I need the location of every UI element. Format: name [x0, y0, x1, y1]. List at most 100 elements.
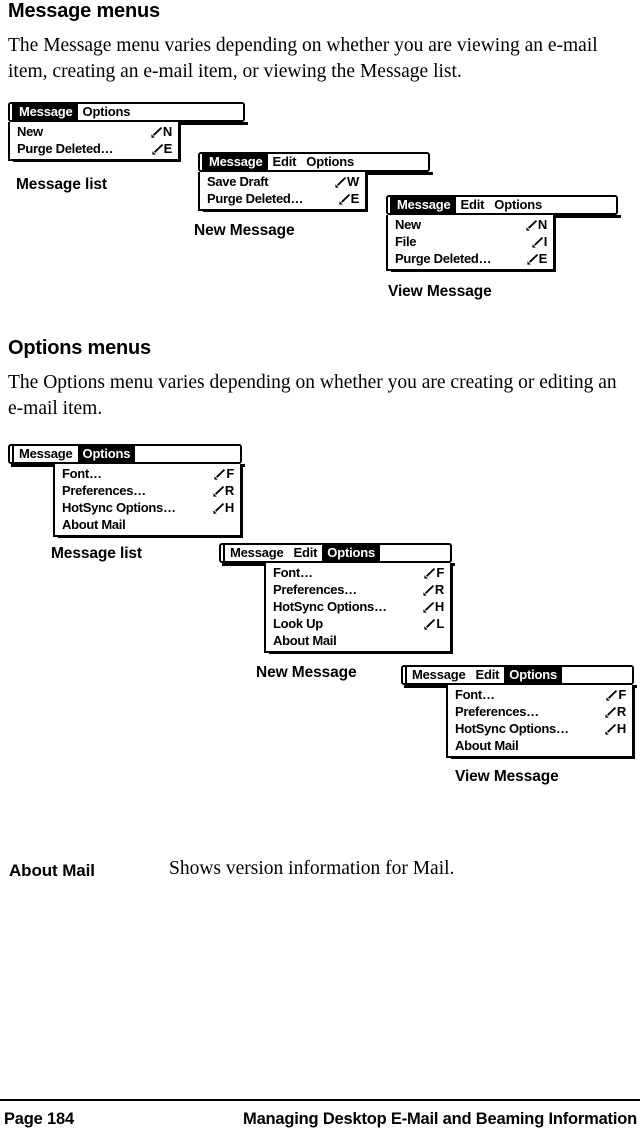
menu-item-shortcut-letter: N	[162, 123, 172, 139]
caption-view-message-message-menu: View Message	[388, 283, 492, 300]
menu-item-shortcut-letter: H	[616, 720, 626, 736]
menu-bar-item-message[interactable]: Message	[14, 446, 78, 462]
menu-bar-filler	[135, 104, 243, 120]
document-page: Message menus The Message menu varies de…	[0, 0, 640, 1130]
menu-item[interactable]: About Mail	[448, 737, 632, 754]
menu-item-label: About Mail	[62, 516, 126, 532]
menu-item-shortcut: R	[213, 483, 234, 499]
menu-message-view-message[interactable]: Message Edit Options New N File I Purge Deleted…	[386, 195, 621, 272]
menu-bar-item-options[interactable]: Options	[301, 154, 360, 170]
menu-item-label: File	[395, 233, 417, 249]
menu-dropdown-panel: Font… F Preferences… R HotSync Options… H Abou…	[446, 685, 635, 759]
menu-options-view-message[interactable]: Message Edit Options Font… F Preferences… R Hot…	[401, 665, 637, 759]
menu-bar-item-message[interactable]: Message	[407, 667, 471, 683]
menu-bar-item-options[interactable]: Options	[322, 545, 381, 561]
graffiti-command-stroke-icon	[213, 486, 224, 497]
section-heading-options-menus: Options menus	[8, 337, 151, 359]
menu-item-shortcut: H	[213, 500, 234, 516]
menu-item-shortcut-letter: N	[537, 216, 547, 232]
menu-item[interactable]: Font… F	[266, 564, 450, 581]
menu-item-shortcut-letter: F	[618, 686, 626, 702]
menu-bar: Message Edit Options	[386, 195, 618, 215]
menu-item[interactable]: Purge Deleted… E	[388, 250, 553, 267]
menu-dropdown-panel: Font… F Preferences… R HotSync Options… H Abou…	[53, 464, 243, 538]
menu-item-shortcut-letter: E	[538, 250, 548, 266]
menu-bar: Message Edit Options	[219, 543, 452, 563]
menu-item[interactable]: Font… F	[448, 686, 632, 703]
menu-bar-item-message[interactable]: Message	[14, 104, 78, 120]
caption-message-list-message-menu: Message list	[16, 176, 107, 193]
caption-view-message-options-menu: View Message	[455, 768, 559, 785]
menu-item[interactable]: HotSync Options… H	[55, 499, 240, 516]
menu-item-shortcut: L	[424, 616, 444, 632]
menu-item-shortcut-letter: R	[434, 581, 444, 597]
menu-item-shortcut-letter: F	[226, 465, 234, 481]
menu-bar-item-message[interactable]: Message	[225, 545, 289, 561]
menu-bar-item-options[interactable]: Options	[504, 667, 563, 683]
menu-item-shortcut: H	[423, 599, 444, 615]
menu-item-label: Look Up	[273, 615, 323, 631]
menu-item-label: Preferences…	[455, 703, 539, 719]
menu-options-new-message[interactable]: Message Edit Options Font… F Preferences… R Hot…	[219, 543, 455, 654]
menu-item[interactable]: Save Draft W	[200, 173, 365, 190]
menu-item-shortcut: F	[424, 565, 444, 581]
menu-dropdown-panel: New N File I Purge Deleted… E	[386, 215, 556, 272]
menu-item[interactable]: Purge Deleted… E	[10, 140, 178, 157]
menu-message-message-list[interactable]: Message Options New N Purge Deleted… E	[8, 102, 248, 162]
menu-item[interactable]: HotSync Options… H	[448, 720, 632, 737]
menu-item-label: HotSync Options…	[273, 598, 387, 614]
menu-item[interactable]: About Mail	[266, 632, 450, 649]
menu-item-label: Purge Deleted…	[207, 190, 304, 206]
menu-bar-item-edit[interactable]: Edit	[288, 545, 323, 561]
menu-dropdown-panel: Font… F Preferences… R HotSync Options… H Look…	[264, 563, 453, 654]
menu-item-shortcut: F	[214, 466, 234, 482]
menu-item[interactable]: Preferences… R	[448, 703, 632, 720]
footer-divider	[0, 1099, 640, 1101]
menu-item-label: New	[395, 216, 421, 232]
menu-bar-item-edit[interactable]: Edit	[455, 197, 490, 213]
menu-bar: Message Options	[8, 444, 242, 464]
menu-item[interactable]: Preferences… R	[55, 482, 240, 499]
menu-item-label: Save Draft	[207, 173, 269, 189]
definition-term-about-mail: About Mail	[9, 861, 95, 880]
menu-item[interactable]: New N	[388, 216, 553, 233]
menu-options-message-list[interactable]: Message Options Font… F Preferences… R HotSync…	[8, 444, 245, 538]
graffiti-command-stroke-icon	[213, 503, 224, 514]
menu-bar: Message Edit Options	[401, 665, 634, 685]
menu-item-shortcut: F	[606, 687, 626, 703]
menu-item-label: HotSync Options…	[62, 499, 176, 515]
graffiti-command-stroke-icon	[424, 568, 436, 579]
section-heading-message-menus: Message menus	[8, 0, 160, 22]
footer-section-title: Managing Desktop E-Mail and Beaming Info…	[243, 1110, 637, 1128]
menu-message-new-message[interactable]: Message Edit Options Save Draft W Purge Delet…	[198, 152, 433, 212]
menu-item-shortcut: E	[527, 251, 547, 267]
menu-bar-item-options[interactable]: Options	[77, 104, 136, 120]
menu-bar-item-message[interactable]: Message	[392, 197, 456, 213]
menu-item-shortcut: N	[526, 217, 547, 233]
graffiti-command-stroke-icon	[605, 724, 616, 735]
menu-item[interactable]: Font… F	[55, 465, 240, 482]
menu-item-shortcut-letter: E	[350, 190, 360, 206]
menu-item-shortcut-letter: H	[434, 598, 444, 614]
menu-item-label: Preferences…	[62, 482, 146, 498]
menu-item[interactable]: About Mail	[55, 516, 240, 533]
graffiti-command-stroke-icon	[424, 619, 436, 630]
menu-item-shortcut: N	[151, 124, 172, 140]
menu-bar-filler	[562, 667, 632, 683]
menu-item[interactable]: Look Up L	[266, 615, 450, 632]
menu-item[interactable]: Purge Deleted… E	[200, 190, 365, 207]
menu-bar-item-message[interactable]: Message	[204, 154, 268, 170]
menu-bar-item-options[interactable]: Options	[489, 197, 548, 213]
menu-item[interactable]: New N	[10, 123, 178, 140]
menu-item[interactable]: File I	[388, 233, 553, 250]
footer-page-number: Page 184	[4, 1110, 74, 1128]
menu-bar-item-options[interactable]: Options	[77, 446, 136, 462]
menu-bar-item-edit[interactable]: Edit	[267, 154, 302, 170]
menu-bar-filler	[547, 197, 616, 213]
graffiti-command-stroke-icon	[152, 144, 163, 155]
menu-item-shortcut: I	[532, 234, 547, 250]
menu-item[interactable]: Preferences… R	[266, 581, 450, 598]
menu-item-shortcut-letter: H	[224, 499, 234, 515]
menu-item[interactable]: HotSync Options… H	[266, 598, 450, 615]
menu-bar-item-edit[interactable]: Edit	[470, 667, 505, 683]
